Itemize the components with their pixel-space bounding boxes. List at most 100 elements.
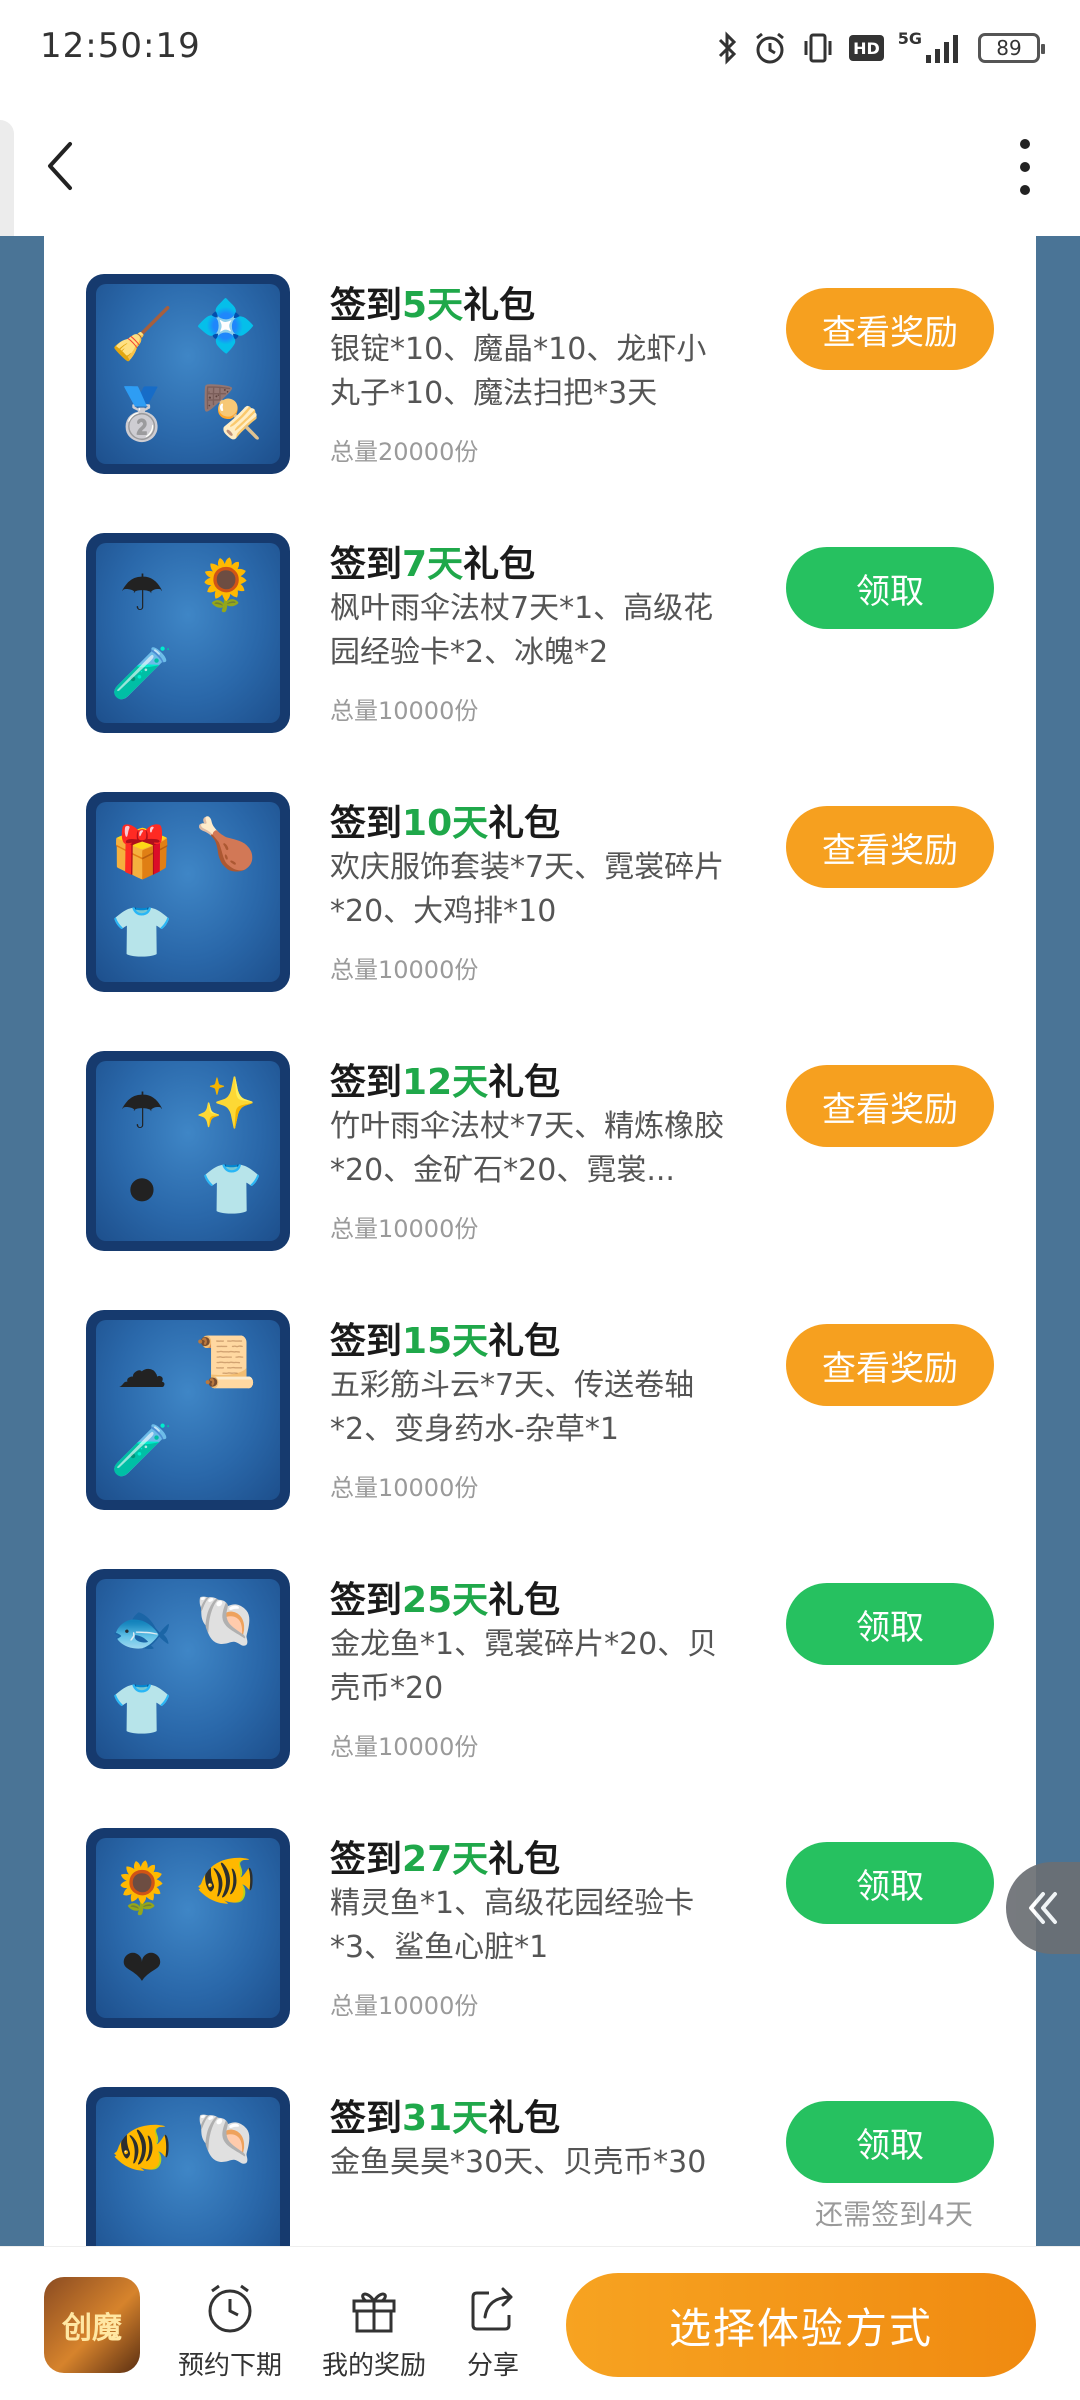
gift-title: 签到27天礼包 [330, 1830, 560, 1882]
double-chevron-left-icon [1029, 1892, 1057, 1924]
gift-title-suffix: 礼包 [463, 544, 536, 585]
my-rewards-button[interactable]: 我的奖励 [314, 2281, 434, 2382]
bottom-bar: 创魔 预约下期 我的奖励 分享 选择体验方式 [0, 2246, 1080, 2400]
gift-days: 7天 [402, 544, 464, 585]
hd-icon: HD [849, 35, 884, 61]
gift-description: 欢庆服饰套装*7天、霓裳碎片*20、大鸡排*10 [330, 850, 725, 929]
gift-thumbnail[interactable]: ☂ 🌻 🧪 [86, 533, 290, 733]
nav-bar [0, 96, 1080, 236]
gift-description: 金鱼昊昊*30天、贝壳币*30 [330, 2145, 707, 2180]
network-type: 5G [897, 28, 922, 48]
reward-item-icon: 🐚 [194, 2110, 258, 2168]
claim-button[interactable]: 领取 [786, 2101, 994, 2183]
gift-row: 🎁 🍗 👕 签到10天礼包 欢庆服饰套装*7天、霓裳碎片*20、大鸡排*10 总量1000… [44, 754, 1036, 1013]
gift-days: 15天 [402, 1321, 489, 1362]
gift-row: 🌻 🐠 ❤ 签到27天礼包 精灵鱼*1、高级花园经验卡*3、鲨鱼心脏*1 总量10000份… [44, 1790, 1036, 2049]
choose-experience-button[interactable]: 选择体验方式 [566, 2273, 1036, 2377]
reward-item-icon: 🌻 [194, 556, 258, 614]
gift-list: 🧹 💠 🥈 🍢 签到5天礼包 银锭*10、魔晶*10、龙虾小丸子*10、魔法扫把*3天 总量… [44, 236, 1036, 2246]
gift-days: 31天 [402, 2098, 489, 2139]
gift-title: 签到10天礼包 [330, 794, 560, 846]
gift-thumbnail[interactable]: 🐠 🐚 [86, 2087, 290, 2246]
reward-item-icon: 🍗 [194, 815, 258, 873]
gift-title-suffix: 礼包 [488, 2098, 561, 2139]
app-icon-text: 创魔 [62, 2311, 122, 2346]
gift-description: 五彩筋斗云*7天、传送卷轴*2、变身药水-杂草*1 [330, 1368, 695, 1447]
view-rewards-button[interactable]: 查看奖励 [786, 288, 994, 370]
gift-thumbnail-image: 🐠 🐚 [96, 2097, 280, 2246]
gift-description: 枫叶雨伞法杖7天*1、高级花园经验卡*2、冰魄*2 [330, 591, 714, 670]
reward-item-icon: 🎁 [110, 823, 174, 881]
tool-label: 我的奖励 [321, 2351, 426, 2381]
gift-thumbnail[interactable]: ☂ ✨ ⚫ 👕 [86, 1051, 290, 1251]
view-rewards-button[interactable]: 查看奖励 [786, 1065, 994, 1147]
gift-days: 5天 [402, 285, 464, 326]
gift-title-prefix: 签到 [330, 1839, 403, 1880]
reward-item-icon: ☂ [119, 564, 165, 622]
gift-title-suffix: 礼包 [488, 803, 561, 844]
share-button[interactable]: 分享 [438, 2281, 548, 2382]
gift-total-quantity: 总量10000份 [330, 1733, 479, 1761]
gift-description: 银锭*10、魔晶*10、龙虾小丸子*10、魔法扫把*3天 [330, 332, 707, 411]
view-rewards-button[interactable]: 查看奖励 [786, 806, 994, 888]
gift-title: 签到15天礼包 [330, 1312, 560, 1364]
gift-title: 签到25天礼包 [330, 1571, 560, 1623]
remaining-days-note: 还需签到4天 [815, 2198, 973, 2231]
gift-days: 12天 [402, 1062, 489, 1103]
gift-thumbnail-image: ☁ 📜 🧪 [96, 1320, 280, 1500]
gift-total-quantity: 总量10000份 [330, 1474, 479, 1502]
gift-description: 竹叶雨伞法杖*7天、精炼橡胶*20、金矿石*20、霓裳... [330, 1109, 725, 1188]
alarm-clock-icon [208, 2284, 252, 2333]
gift-thumbnail[interactable]: ☁ 📜 🧪 [86, 1310, 290, 1510]
gift-title-suffix: 礼包 [488, 1580, 561, 1621]
gift-title-prefix: 签到 [330, 285, 403, 326]
reward-item-icon: 🧪 [110, 644, 174, 702]
reward-item-icon: 🐚 [194, 1592, 258, 1650]
view-rewards-button[interactable]: 查看奖励 [786, 1324, 994, 1406]
vibrate-icon [801, 29, 835, 67]
claim-button[interactable]: 领取 [786, 1583, 994, 1665]
gift-thumbnail-image: 🎁 🍗 👕 [96, 802, 280, 982]
gift-thumbnail[interactable]: 🌻 🐠 ❤ [86, 1828, 290, 2028]
gift-title: 签到7天礼包 [330, 535, 535, 587]
gift-row: 🐟 🐚 👕 签到25天礼包 金龙鱼*1、霓裳碎片*20、贝壳币*20 总量10000份 领取 [44, 1531, 1036, 1790]
gift-title-prefix: 签到 [330, 1580, 403, 1621]
bluetooth-icon [717, 29, 739, 67]
gift-total-quantity: 总量10000份 [330, 697, 479, 725]
chevron-left-icon [48, 142, 72, 190]
reward-item-icon: 🧪 [110, 1421, 174, 1479]
back-button[interactable] [40, 136, 90, 196]
gift-description: 精灵鱼*1、高级花园经验卡*3、鲨鱼心脏*1 [330, 1886, 695, 1965]
gift-thumbnail-image: ☂ 🌻 🧪 [96, 543, 280, 723]
gift-title-suffix: 礼包 [488, 1321, 561, 1362]
gift-thumbnail[interactable]: 🎁 🍗 👕 [86, 792, 290, 992]
reward-item-icon: 👕 [110, 903, 174, 961]
gift-thumbnail[interactable]: 🐟 🐚 👕 [86, 1569, 290, 1769]
status-time: 12:50:19 [40, 26, 201, 66]
reward-item-icon: 💠 [194, 297, 258, 355]
reward-item-icon: ☁ [117, 1341, 167, 1399]
reward-item-icon: 🍢 [200, 383, 264, 441]
gift-total-quantity: 总量10000份 [330, 1992, 479, 2020]
gift-title-suffix: 礼包 [463, 285, 536, 326]
gift-total-quantity: 总量10000份 [330, 1215, 479, 1243]
gift-thumbnail-image: 🌻 🐠 ❤ [96, 1838, 280, 2018]
gift-box-icon [352, 2292, 396, 2333]
gift-total-quantity: 总量10000份 [330, 956, 479, 984]
reward-item-icon: 🥈 [110, 385, 174, 443]
gift-title-prefix: 签到 [330, 544, 403, 585]
gift-thumbnail[interactable]: 🧹 💠 🥈 🍢 [86, 274, 290, 474]
status-bar: 12:50:19 HD 5G 89 [0, 0, 1080, 96]
app-icon[interactable]: 创魔 [44, 2277, 140, 2373]
reward-item-icon: ✨ [194, 1074, 258, 1132]
reward-item-icon: ❤ [121, 1939, 163, 1997]
more-options-button[interactable] [1010, 132, 1040, 202]
claim-button[interactable]: 领取 [786, 1842, 994, 1924]
share-icon [471, 2287, 513, 2331]
gift-total-quantity: 总量20000份 [330, 438, 479, 466]
battery-icon: 89 [978, 33, 1045, 63]
reserve-next-button[interactable]: 预约下期 [170, 2281, 290, 2382]
alarm-icon [753, 29, 787, 67]
gift-row: ☂ 🌻 🧪 签到7天礼包 枫叶雨伞法杖7天*1、高级花园经验卡*2、冰魄*2 总量1000… [44, 495, 1036, 754]
claim-button[interactable]: 领取 [786, 547, 994, 629]
